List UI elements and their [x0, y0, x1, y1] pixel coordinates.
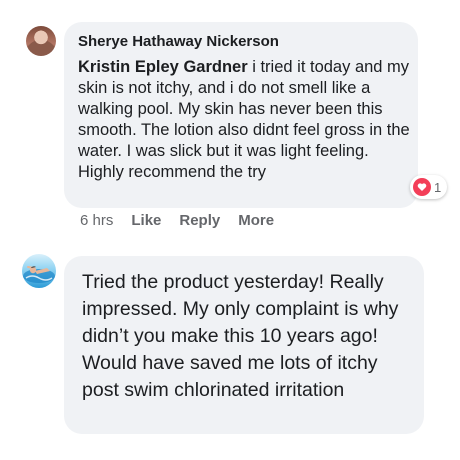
more-button[interactable]: More: [238, 212, 274, 229]
reply-button[interactable]: Reply: [179, 212, 220, 229]
reaction-count-badge[interactable]: 1: [410, 175, 448, 199]
avatar[interactable]: [22, 254, 56, 288]
comment-actions: 6 hrs Like Reply More: [80, 212, 274, 229]
reaction-count: 1: [434, 179, 442, 195]
avatar[interactable]: [26, 26, 56, 56]
comment-text: Kristin Epley Gardner i tried it today a…: [78, 57, 410, 183]
heart-icon: [413, 178, 431, 196]
comment-body: Tried the product yesterday! Really impr…: [82, 271, 399, 401]
swimmer-avatar-image: [23, 266, 55, 283]
comment-author-name[interactable]: Sherye Hathaway Nickerson: [78, 33, 279, 50]
comment-body: i tried it today and my skin is not itch…: [78, 58, 410, 181]
comment-timestamp[interactable]: 6 hrs: [80, 212, 113, 229]
like-button[interactable]: Like: [131, 212, 161, 229]
mention-link[interactable]: Kristin Epley Gardner: [78, 58, 248, 76]
